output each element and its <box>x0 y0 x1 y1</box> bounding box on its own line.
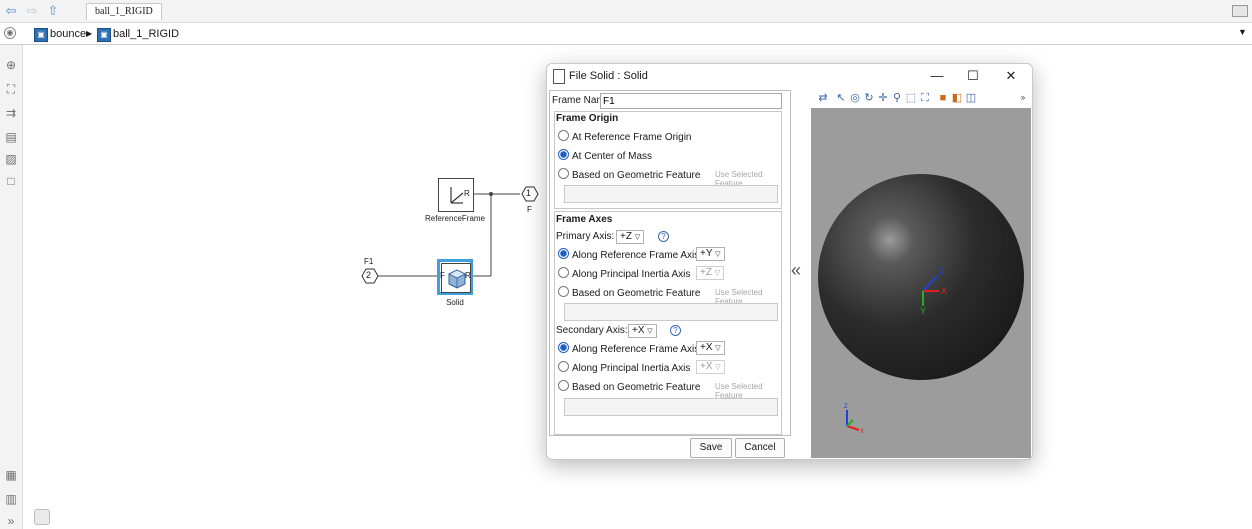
primary-ref-frame-option[interactable]: Along Reference Frame Axis <box>558 248 699 262</box>
close-icon[interactable]: ✕ <box>1001 68 1021 84</box>
reference-frame-port-label: R <box>464 189 470 198</box>
origin-opt3-label: Based on Geometric Feature <box>572 170 701 181</box>
solid-port-f: F <box>440 271 445 280</box>
primary-axis-value: +Z <box>620 231 632 242</box>
origin-feature-field[interactable] <box>564 185 778 203</box>
dialog-title: File Solid : Solid <box>569 70 648 82</box>
help-icon[interactable]: ? <box>670 325 681 336</box>
maximize-icon[interactable]: ☐ <box>963 68 983 84</box>
primary-opt3-label: Based on Geometric Feature <box>572 288 701 299</box>
axis-z-label: Z <box>939 266 945 276</box>
primary-feature-field[interactable] <box>564 303 778 321</box>
fit-to-view-icon[interactable]: ⛶ <box>919 91 931 105</box>
ball-geometry: Z X Y Z X <box>818 174 1024 435</box>
side-view-icon[interactable]: ◫ <box>965 91 977 105</box>
radio-icon[interactable] <box>558 267 569 278</box>
viewer-toolbar: ⇄ ↖ ◎ ↻ ✛ ⚲ ⬚ ⛶ ■ ◧ ◫ » <box>811 88 1031 108</box>
primary-axis-select[interactable]: +Z ▽ <box>616 230 645 244</box>
secondary-ref-axis-value: +X <box>700 342 713 353</box>
secondary-axis-select[interactable]: +X ▽ <box>628 324 657 338</box>
secondary-geometric-feature-option[interactable]: Based on Geometric Feature <box>558 380 700 394</box>
radio-icon[interactable] <box>558 130 569 141</box>
solid-port-r: R <box>465 271 471 280</box>
orbit-icon[interactable]: ◎ <box>849 91 861 105</box>
secondary-principal-inertia-option[interactable]: Along Principal Inertia Axis <box>558 361 690 375</box>
secondary-opt1-label: Along Reference Frame Axis <box>572 344 700 355</box>
chevron-down-icon: ▽ <box>715 251 721 258</box>
swap-icon[interactable]: ⇄ <box>817 91 829 105</box>
outport-1-number: 1 <box>526 188 532 198</box>
secondary-axis-label: Secondary Axis: <box>556 325 628 336</box>
file-solid-dialog: File Solid : Solid — ☐ ✕ Frame Name: Fra… <box>546 63 1033 460</box>
solid-label[interactable]: Solid <box>435 298 475 307</box>
iso-view-icon[interactable]: ◧ <box>951 91 963 105</box>
save-button[interactable]: Save <box>690 438 732 458</box>
primary-ref-axis-select[interactable]: +Y ▽ <box>696 247 725 261</box>
primary-inertia-axis-value: +Z <box>700 267 712 278</box>
triad-x-label: X <box>860 429 864 435</box>
radio-selected-icon[interactable] <box>558 342 569 353</box>
origin-opt1-label: At Reference Frame Origin <box>572 132 692 143</box>
reference-frame-label[interactable]: ReferenceFrame <box>418 214 492 223</box>
cancel-button[interactable]: Cancel <box>735 438 785 458</box>
axis-y-label: Y <box>920 306 926 316</box>
select-cursor-icon[interactable]: ↖ <box>835 91 847 105</box>
document-icon <box>553 69 565 84</box>
origin-center-of-mass-option[interactable]: At Center of Mass <box>558 149 652 163</box>
chevron-down-icon: ▽ <box>715 364 721 371</box>
help-icon[interactable]: ? <box>658 231 669 242</box>
radio-icon[interactable] <box>558 380 569 391</box>
chevron-down-icon: ▽ <box>647 328 653 335</box>
zoom-box-icon[interactable]: ⬚ <box>905 91 917 105</box>
secondary-opt3-label: Based on Geometric Feature <box>572 382 701 393</box>
primary-axis-label: Primary Axis: <box>556 231 615 242</box>
reference-frame-block[interactable]: R <box>438 178 474 212</box>
dialog-titlebar[interactable]: File Solid : Solid — ☐ ✕ <box>547 64 1032 88</box>
secondary-opt2-label: Along Principal Inertia Axis <box>572 363 691 374</box>
chevron-down-icon: ▽ <box>634 234 641 241</box>
pan-icon[interactable]: ✛ <box>877 91 889 105</box>
collapse-panel-button[interactable]: « <box>791 260 801 281</box>
primary-geometric-feature-option[interactable]: Based on Geometric Feature <box>558 286 700 300</box>
chevron-down-icon: ▽ <box>714 270 721 277</box>
radio-selected-icon[interactable] <box>558 248 569 259</box>
frame-name-input[interactable] <box>600 93 782 109</box>
radio-icon[interactable] <box>558 361 569 372</box>
primary-inertia-axis-select[interactable]: +Z ▽ <box>696 266 725 280</box>
frame-origin-title: Frame Origin <box>556 113 619 124</box>
outport-1-label: F <box>527 205 532 214</box>
frame-axes-title: Frame Axes <box>556 214 613 225</box>
secondary-ref-axis-select[interactable]: +X ▽ <box>696 341 725 355</box>
chevron-down-icon: ▽ <box>715 345 721 352</box>
secondary-inertia-axis-select[interactable]: +X ▽ <box>696 360 725 374</box>
triad-z-label: Z <box>844 404 848 410</box>
frame-settings-panel: Frame Name: Frame Origin At Reference Fr… <box>549 90 791 436</box>
origin-geometric-feature-option[interactable]: Based on Geometric Feature <box>558 168 700 182</box>
secondary-feature-field[interactable] <box>564 398 778 416</box>
radio-selected-icon[interactable] <box>558 149 569 160</box>
radio-icon[interactable] <box>558 286 569 297</box>
secondary-inertia-axis-value: +X <box>700 361 713 372</box>
secondary-axis-value: +X <box>632 325 645 336</box>
origin-opt2-label: At Center of Mass <box>572 151 653 162</box>
primary-ref-axis-value: +Y <box>700 248 713 259</box>
rotate-icon[interactable]: ↻ <box>863 91 875 105</box>
primary-opt2-label: Along Principal Inertia Axis <box>572 269 691 280</box>
more-tools-icon[interactable]: » <box>1017 91 1029 105</box>
axis-x-label: X <box>941 286 947 296</box>
zoom-icon[interactable]: ⚲ <box>891 91 903 105</box>
secondary-ref-frame-option[interactable]: Along Reference Frame Axis <box>558 342 699 356</box>
primary-opt1-label: Along Reference Frame Axis <box>572 250 700 261</box>
primary-principal-inertia-option[interactable]: Along Principal Inertia Axis <box>558 267 690 281</box>
inport-2-label: F1 <box>364 257 374 266</box>
geometry-viewer[interactable]: Z X Y Z X <box>811 108 1031 458</box>
front-view-icon[interactable]: ■ <box>937 91 949 105</box>
origin-reference-frame-option[interactable]: At Reference Frame Origin <box>558 130 692 144</box>
inport-2-number: 2 <box>366 270 372 280</box>
minimize-icon[interactable]: — <box>927 68 947 84</box>
radio-icon[interactable] <box>558 168 569 179</box>
